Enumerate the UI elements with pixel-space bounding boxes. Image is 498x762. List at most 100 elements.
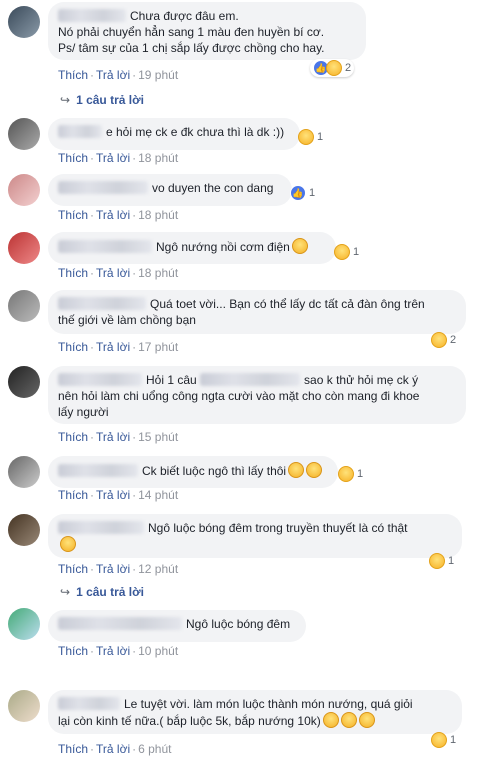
comment-bubble: Quá toet vời... Bạn có thể lấy dc tất cả… xyxy=(48,290,466,334)
comment-text: Ngô luộc bóng đêm xyxy=(186,617,291,631)
like-link[interactable]: Thích xyxy=(58,430,88,444)
haha-reaction-icon xyxy=(334,244,350,260)
reply-arrow-icon: ↪ xyxy=(60,585,71,599)
reply-link[interactable]: Trả lời xyxy=(96,266,130,280)
comment-text: nên hỏi làm chi uổng công ngta cười vào … xyxy=(58,389,420,403)
like-link[interactable]: Thích xyxy=(58,742,88,756)
comment-actions: Thích · Trả lời · 12 phút xyxy=(58,562,179,576)
comment-bubble: Ck biết luộc ngô thì lấy thôi xyxy=(48,456,338,488)
avatar[interactable] xyxy=(8,366,40,398)
reaction-summary[interactable]: 1 xyxy=(431,731,456,749)
grinning-emoji-icon xyxy=(322,712,339,728)
comment-bubble: Ngô luộc bóng đêm trong truyền thuyết là… xyxy=(48,514,462,558)
comment-actions: Thích · Trả lời · 18 phút xyxy=(58,208,179,222)
comment-text: vo duyen the con dang xyxy=(152,181,274,195)
reply-link[interactable]: Trả lời xyxy=(96,340,130,354)
avatar[interactable] xyxy=(8,174,40,206)
comment-text: Ps/ tâm sự của 1 chị sắp lấy được chồng … xyxy=(58,41,325,55)
avatar[interactable] xyxy=(8,232,40,264)
reaction-summary[interactable]: 👍 1 xyxy=(290,184,315,202)
like-reaction-icon: 👍 xyxy=(290,185,306,201)
avatar[interactable] xyxy=(8,6,40,38)
haha-reaction-icon xyxy=(431,332,447,348)
like-link[interactable]: Thích xyxy=(58,151,88,165)
like-link[interactable]: Thích xyxy=(58,208,88,222)
avatar[interactable] xyxy=(8,118,40,150)
reply-link[interactable]: Trả lời xyxy=(96,742,130,756)
reaction-summary[interactable]: 1 xyxy=(429,552,454,570)
comment-text: e hỏi mẹ ck e đk chưa thì là dk :)) xyxy=(106,125,285,139)
comment-bubble: vo duyen the con dang xyxy=(48,174,292,206)
reply-link[interactable]: Trả lời xyxy=(96,562,130,576)
timestamp[interactable]: 10 phút xyxy=(138,644,178,658)
like-link[interactable]: Thích xyxy=(58,488,88,502)
timestamp[interactable]: 18 phút xyxy=(138,266,178,280)
haha-reaction-icon xyxy=(338,466,354,482)
reaction-count: 2 xyxy=(450,334,457,346)
avatar[interactable] xyxy=(8,690,40,722)
grinning-emoji-icon xyxy=(306,462,323,478)
timestamp[interactable]: 18 phút xyxy=(138,208,178,222)
reaction-summary[interactable]: 👍 2 xyxy=(310,59,355,77)
comment-text: Ngô luộc bóng đêm trong truyền thuyết là… xyxy=(148,521,408,535)
comment-text: Ck biết luộc ngô thì lấy thôi xyxy=(142,464,287,478)
avatar[interactable] xyxy=(8,608,40,640)
reaction-count: 1 xyxy=(448,555,455,567)
reaction-count: 1 xyxy=(450,734,457,746)
comment-text: Ngô nướng nồi cơm điện xyxy=(156,240,290,254)
reply-link[interactable]: Trả lời xyxy=(96,151,130,165)
like-link[interactable]: Thích xyxy=(58,644,88,658)
grinning-emoji-icon xyxy=(288,462,305,478)
reaction-count: 2 xyxy=(345,62,352,74)
comment-text: lấy người xyxy=(58,405,109,419)
comment-actions: Thích · Trả lời · 15 phút xyxy=(58,430,179,444)
reply-link[interactable]: Trả lời xyxy=(96,208,130,222)
haha-reaction-icon xyxy=(429,553,445,569)
reply-link[interactable]: Trả lời xyxy=(96,430,130,444)
comment-actions: Thích · Trả lời · 6 phút xyxy=(58,742,172,756)
haha-reaction-icon xyxy=(326,60,342,76)
reaction-summary[interactable]: 1 xyxy=(298,128,323,146)
timestamp[interactable]: 15 phút xyxy=(138,430,178,444)
like-link[interactable]: Thích xyxy=(58,340,88,354)
rofl-emoji-icon xyxy=(60,536,76,552)
comment-bubble: Chưa được đâu em. Nó phải chuyển hẳn san… xyxy=(48,2,366,60)
comment-text: lại còn kinh tế nữa.( bắp luộc 5k, bắp n… xyxy=(58,714,321,728)
comment-actions: Thích · Trả lời · 14 phút xyxy=(58,488,179,502)
avatar[interactable] xyxy=(8,290,40,322)
view-replies-link[interactable]: ↪ 1 câu trả lời xyxy=(60,93,144,107)
comment-actions: Thích · Trả lời · 18 phút xyxy=(58,151,179,165)
reply-arrow-icon: ↪ xyxy=(60,93,71,107)
avatar[interactable] xyxy=(8,456,40,488)
comment-text: Quá toet vời... Bạn có thể lấy dc tất cả… xyxy=(150,297,425,311)
timestamp[interactable]: 18 phút xyxy=(138,151,178,165)
reaction-count: 1 xyxy=(317,131,324,143)
comment-text: Hỏi 1 câu xyxy=(146,373,197,387)
reaction-count: 1 xyxy=(357,468,364,480)
reaction-summary[interactable]: 1 xyxy=(334,243,359,261)
comment-text: Le tuyệt vời. làm món luộc thành món nướ… xyxy=(124,697,413,711)
reply-link[interactable]: Trả lời xyxy=(96,644,130,658)
reply-link[interactable]: Trả lời xyxy=(96,488,130,502)
like-link[interactable]: Thích xyxy=(58,68,88,82)
comment-text: thế giới về làm chồng bạn xyxy=(58,313,196,327)
timestamp[interactable]: 6 phút xyxy=(138,742,171,756)
reaction-count: 1 xyxy=(309,187,316,199)
avatar[interactable] xyxy=(8,514,40,546)
like-link[interactable]: Thích xyxy=(58,562,88,576)
comment-text: sao k thử hỏi mẹ ck ý xyxy=(304,373,419,387)
like-link[interactable]: Thích xyxy=(58,266,88,280)
timestamp[interactable]: 17 phút xyxy=(138,340,178,354)
reaction-summary[interactable]: 2 xyxy=(431,331,456,349)
reply-link[interactable]: Trả lời xyxy=(96,68,130,82)
comment-text: Chưa được đâu em. xyxy=(130,9,239,23)
haha-reaction-icon xyxy=(431,732,447,748)
timestamp[interactable]: 19 phút xyxy=(138,68,178,82)
timestamp[interactable]: 12 phút xyxy=(138,562,178,576)
haha-reaction-icon xyxy=(298,129,314,145)
timestamp[interactable]: 14 phút xyxy=(138,488,178,502)
comment-bubble: Le tuyệt vời. làm món luộc thành món nướ… xyxy=(48,690,462,734)
view-replies-link[interactable]: ↪ 1 câu trả lời xyxy=(60,585,144,599)
reaction-summary[interactable]: 1 xyxy=(338,465,363,483)
comment-actions: Thích · Trả lời · 18 phút xyxy=(58,266,179,280)
